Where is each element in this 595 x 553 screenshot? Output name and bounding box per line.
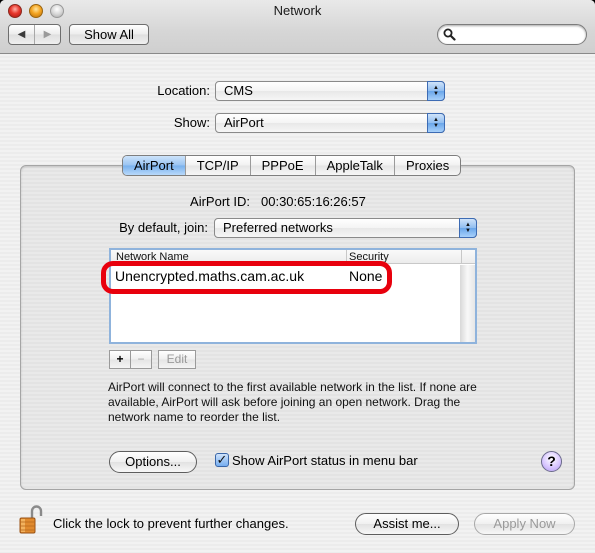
back-forward-control: ◀ ▶: [8, 24, 61, 45]
location-value: CMS: [224, 83, 253, 98]
column-header-security[interactable]: Security: [347, 250, 462, 264]
magnifier-icon: [443, 28, 456, 41]
popup-arrows-icon: ▲ ▼: [427, 113, 445, 133]
show-value: AirPort: [224, 115, 264, 130]
title-bar: Network ◀ ▶ Show All: [0, 0, 595, 54]
location-label: Location:: [157, 83, 210, 98]
tab-pppoe[interactable]: PPPoE: [251, 156, 316, 175]
tab-tcpip[interactable]: TCP/IP: [186, 156, 251, 175]
default-join-popup[interactable]: Preferred networks ▲ ▼: [214, 218, 477, 238]
lock-status-text: Click the lock to prevent further change…: [53, 516, 289, 531]
edit-network-button[interactable]: Edit: [158, 350, 196, 369]
checkmark-icon: ✓: [216, 452, 228, 467]
search-input[interactable]: [458, 27, 578, 42]
list-item[interactable]: Unencrypted.maths.cam.ac.uk None: [111, 267, 461, 285]
assist-me-button[interactable]: Assist me...: [355, 513, 459, 535]
apply-now-button[interactable]: Apply Now: [474, 513, 575, 535]
airport-description: AirPort will connect to the first availa…: [108, 380, 477, 424]
location-popup[interactable]: CMS ▲ ▼: [215, 81, 445, 101]
show-status-label[interactable]: Show AirPort status in menu bar: [232, 453, 418, 468]
airport-id-label: AirPort ID:: [190, 194, 250, 209]
show-all-button[interactable]: Show All: [69, 24, 149, 45]
popup-arrows-icon: ▲ ▼: [459, 218, 477, 238]
preferred-networks-list[interactable]: Network Name Security Unencrypted.maths.…: [109, 248, 477, 344]
window-title: Network: [273, 3, 322, 18]
options-button[interactable]: Options...: [109, 451, 197, 473]
search-field[interactable]: [437, 24, 587, 45]
back-button[interactable]: ◀: [9, 25, 35, 44]
remove-network-button[interactable]: −: [130, 350, 152, 369]
forward-button[interactable]: ▶: [35, 25, 60, 44]
default-join-label: By default, join:: [119, 220, 208, 235]
add-network-button[interactable]: +: [109, 350, 131, 369]
network-security: None: [349, 268, 383, 284]
popup-arrows-icon: ▲ ▼: [427, 81, 445, 101]
tab-appletalk[interactable]: AppleTalk: [316, 156, 395, 175]
show-status-checkbox[interactable]: ✓: [215, 453, 229, 467]
back-arrow-icon: ◀: [17, 29, 26, 40]
unlocked-padlock-icon[interactable]: [18, 505, 44, 535]
tab-proxies[interactable]: Proxies: [395, 156, 460, 175]
show-label: Show:: [173, 115, 210, 130]
show-popup[interactable]: AirPort ▲ ▼: [215, 113, 445, 133]
network-name: Unencrypted.maths.cam.ac.uk: [115, 268, 305, 284]
forward-arrow-icon: ▶: [43, 29, 52, 40]
help-button[interactable]: ?: [541, 451, 562, 472]
tab-airport[interactable]: AirPort: [123, 156, 186, 175]
default-join-value: Preferred networks: [223, 220, 333, 235]
column-header-network-name[interactable]: Network Name: [114, 250, 347, 264]
list-header: Network Name Security: [111, 250, 475, 264]
list-scrollbar[interactable]: [460, 265, 475, 342]
network-preferences-window: Network ◀ ▶ Show All Location: CMS ▲ ▼ Sh…: [0, 0, 595, 553]
tab-bar: AirPort TCP/IP PPPoE AppleTalk Proxies: [122, 155, 462, 176]
airport-id-value: 00:30:65:16:26:57: [261, 194, 366, 209]
